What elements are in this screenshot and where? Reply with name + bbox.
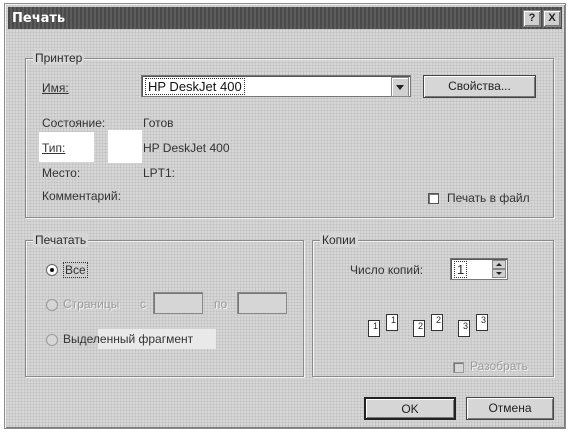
collate-page-icon: 2 [413, 320, 425, 337]
to-label: по [214, 297, 228, 311]
copies-legend: Копии [320, 233, 358, 247]
properties-button[interactable]: Свойства... [423, 75, 536, 98]
collate-label[interactable]: Разобрать [470, 359, 528, 373]
collate-page-icon: 3 [476, 314, 488, 331]
title-bar[interactable]: Печать ? X [8, 7, 562, 29]
help-icon[interactable]: ? [523, 10, 541, 27]
from-label: с [140, 297, 146, 311]
spin-down-icon[interactable] [492, 269, 506, 278]
from-page-input[interactable] [153, 292, 203, 314]
radio-pages[interactable] [46, 299, 58, 311]
printer-legend: Принтер [33, 51, 85, 65]
scan-artifact [108, 130, 142, 163]
printer-name-label: Имя: [42, 81, 69, 95]
comment-label: Комментарий: [42, 189, 121, 203]
print-to-file-checkbox[interactable] [428, 193, 439, 204]
collate-page-icon: 1 [386, 314, 398, 331]
collate-page-icon: 1 [368, 320, 380, 337]
printer-name-select[interactable]: HP DeskJet 400 [141, 75, 411, 97]
copies-count-label: Число копий: [350, 263, 424, 277]
collate-page-icon: 3 [458, 320, 470, 337]
status-value: Готов [143, 116, 174, 130]
radio-selection-label[interactable]: Выделенный фрагмент [63, 332, 193, 346]
chevron-down-icon[interactable] [391, 77, 409, 97]
place-value: LPT1: [143, 166, 176, 180]
collate-page-icon: 2 [431, 314, 443, 331]
collate-checkbox[interactable] [453, 362, 464, 373]
type-label: Тип: [42, 141, 66, 155]
status-label: Состояние: [42, 116, 106, 130]
copies-count-spinner[interactable]: 1 [450, 258, 508, 280]
place-label: Место: [42, 166, 81, 180]
radio-all[interactable] [46, 264, 58, 276]
window-title: Печать [12, 11, 66, 26]
copies-count-value: 1 [454, 261, 468, 278]
cancel-button[interactable]: Отмена [466, 397, 554, 420]
print-range-legend: Печатать [33, 233, 89, 247]
close-icon[interactable]: X [543, 10, 561, 27]
spin-up-icon[interactable] [492, 260, 506, 269]
print-to-file-label[interactable]: Печать в файл [447, 191, 530, 205]
radio-all-label[interactable]: Все [63, 262, 88, 278]
to-page-input[interactable] [237, 292, 287, 314]
type-value: HP DeskJet 400 [143, 141, 230, 155]
printer-name-value: HP DeskJet 400 [145, 78, 245, 95]
copies-group: Копии [312, 233, 554, 377]
radio-selection[interactable] [46, 334, 58, 346]
radio-pages-label[interactable]: Страницы [63, 297, 119, 311]
ok-button[interactable]: OK [364, 397, 456, 420]
